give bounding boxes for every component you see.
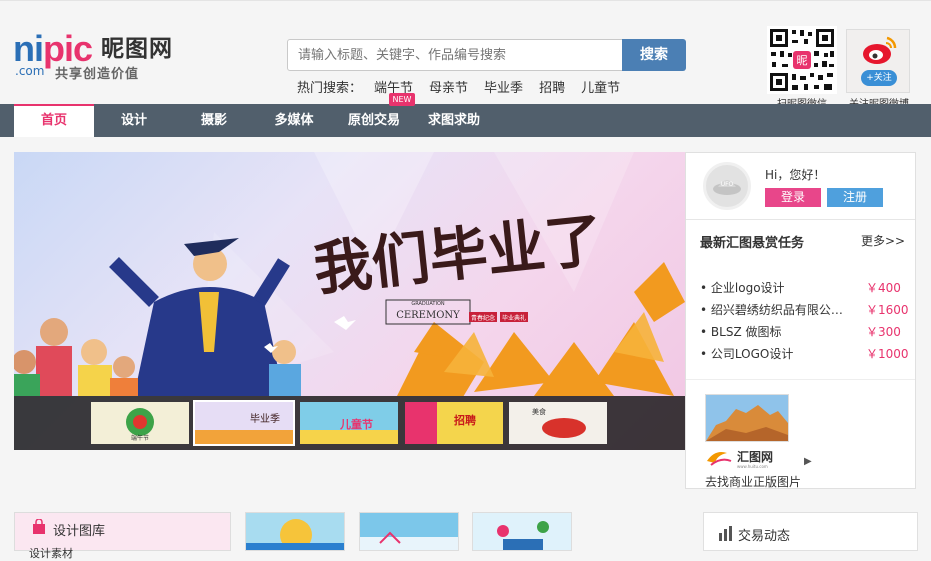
task-price: ￥300 bbox=[866, 325, 901, 339]
divider bbox=[686, 219, 915, 220]
banner-ceremony: CEREMONY bbox=[396, 310, 460, 321]
thumbnail-label: 端午节 bbox=[131, 434, 149, 442]
huitu-logo-text: 汇图网 bbox=[737, 450, 773, 464]
banner-art: 我们毕业了 GRADUATION CEREMONY 青春纪念 毕业典礼 bbox=[14, 152, 685, 396]
image-card[interactable] bbox=[245, 512, 345, 551]
avatar-label: UFO bbox=[721, 181, 734, 188]
avatar: UFO bbox=[703, 162, 751, 210]
banner-ceremony-top: GRADUATION bbox=[411, 301, 445, 307]
nav-multimedia[interactable]: 多媒体 bbox=[254, 104, 334, 137]
site-logo[interactable]: nipic 昵图网 .com 共享创造价值 bbox=[13, 29, 183, 83]
search-box bbox=[287, 39, 623, 71]
task-name: • 企业logo设计 bbox=[700, 281, 785, 295]
banner-tag-1: 青春纪念 bbox=[471, 314, 495, 322]
hot-keyword-link[interactable]: 招聘 bbox=[539, 77, 565, 96]
huitu-preview-image[interactable] bbox=[705, 394, 789, 442]
huitu-logo-url: www.huitu.com bbox=[737, 464, 768, 469]
user-sidebar: UFO Hi，您好！ 登录 注册 最新汇图悬赏任务 更多>> • 企业logo设… bbox=[685, 152, 916, 489]
new-badge: NEW bbox=[389, 93, 415, 106]
hot-keyword-link[interactable]: 儿童节 bbox=[581, 77, 620, 96]
task-row[interactable]: • 公司LOGO设计 ￥1000 bbox=[700, 343, 910, 365]
task-name: • 公司LOGO设计 bbox=[700, 347, 794, 361]
hero-banner[interactable]: 我们毕业了 GRADUATION CEREMONY 青春纪念 毕业典礼 端午节 … bbox=[14, 152, 685, 450]
task-name: • 绍兴碧绣纺织品有限公司LO… bbox=[700, 303, 852, 317]
trade-activity-panel: 交易动态 bbox=[703, 512, 918, 551]
reward-task-list: • 企业logo设计 ￥400 • 绍兴碧绣纺织品有限公司LO… ￥1600 •… bbox=[700, 277, 910, 365]
register-button[interactable]: 注册 bbox=[827, 188, 883, 207]
banner-thumbnails: 端午节 毕业季 儿童节 招聘 美食 bbox=[14, 396, 685, 450]
task-row[interactable]: • 企业logo设计 ￥400 bbox=[700, 277, 910, 299]
greeting: Hi，您好！ bbox=[765, 168, 826, 182]
design-library-title[interactable]: 设计图库 bbox=[53, 520, 105, 539]
nav-original-trade[interactable]: 原创交易 bbox=[334, 104, 414, 137]
shopping-bag-icon bbox=[33, 519, 45, 534]
task-row[interactable]: • BLSZ 做图标 ￥300 bbox=[700, 321, 910, 343]
hot-searches: 热门搜索： 端午节 母亲节 毕业季 招聘 儿童节 bbox=[297, 77, 636, 96]
thumbnail-1[interactable]: 端午节 bbox=[91, 402, 189, 444]
image-card[interactable] bbox=[472, 512, 572, 551]
weibo-icon bbox=[863, 36, 897, 64]
task-price: ￥400 bbox=[866, 281, 901, 295]
nav-request-help[interactable]: 求图求助 bbox=[414, 104, 494, 137]
thumbnail-label: 毕业季 bbox=[250, 412, 280, 425]
weibo-follow-box[interactable]: +关注 bbox=[846, 29, 910, 93]
hot-keyword-link[interactable]: 母亲节 bbox=[429, 77, 468, 96]
hot-search-label: 热门搜索： bbox=[297, 81, 363, 96]
banner-tag-2: 毕业典礼 bbox=[502, 314, 526, 322]
thumbnail-label: 招聘 bbox=[454, 413, 476, 427]
main-nav: 首页 设计 摄影 多媒体 原创交易 求图求助 bbox=[0, 104, 931, 137]
design-library-sub[interactable]: 设计素材 bbox=[29, 545, 73, 561]
reward-tasks-title: 最新汇图悬赏任务 bbox=[700, 236, 805, 251]
task-price: ￥1000 bbox=[866, 347, 909, 361]
chevron-right-icon[interactable]: ▶ bbox=[804, 456, 812, 467]
header: nipic 昵图网 .com 共享创造价值 搜索 热门搜索： 端午节 母亲节 毕… bbox=[0, 0, 931, 110]
thumbnail-3[interactable]: 儿童节 bbox=[300, 402, 398, 444]
search-input[interactable] bbox=[288, 40, 622, 70]
bar-chart-icon bbox=[719, 526, 732, 541]
task-price: ￥1600 bbox=[866, 303, 909, 317]
trade-activity-title: 交易动态 bbox=[738, 529, 791, 544]
design-library-panel: 设计图库 设计素材 bbox=[14, 512, 231, 560]
hot-keyword-link[interactable]: 毕业季 bbox=[484, 77, 523, 96]
login-button[interactable]: 登录 bbox=[765, 188, 821, 207]
logo-com: .com bbox=[15, 64, 45, 78]
nav-photography[interactable]: 摄影 bbox=[174, 104, 254, 137]
thumbnail-5[interactable]: 美食 bbox=[509, 402, 607, 444]
thumbnail-4[interactable]: 招聘 bbox=[405, 402, 503, 444]
task-name: • BLSZ 做图标 bbox=[700, 325, 782, 339]
thumbnail-2[interactable]: 毕业季 bbox=[193, 400, 295, 446]
qr-center-mark: 昵 bbox=[797, 54, 808, 67]
more-tasks-link[interactable]: 更多>> bbox=[861, 232, 905, 249]
logo-chinese-name: 昵图网 bbox=[101, 36, 173, 62]
huitu-caption[interactable]: 去找商业正版图片 bbox=[705, 473, 801, 490]
image-card[interactable] bbox=[359, 512, 459, 551]
thumbnail-label: 儿童节 bbox=[339, 417, 373, 431]
weibo-follow-button[interactable]: +关注 bbox=[861, 70, 897, 86]
wechat-qr-code: 昵 bbox=[767, 26, 837, 94]
logo-slogan: 共享创造价值 bbox=[55, 67, 140, 82]
search-button[interactable]: 搜索 bbox=[622, 39, 686, 71]
nav-design[interactable]: 设计 bbox=[94, 104, 174, 137]
thumbnail-label: 美食 bbox=[532, 407, 546, 416]
divider bbox=[686, 379, 915, 380]
huitu-logo[interactable]: 汇图网 www.huitu.com bbox=[705, 447, 805, 469]
task-row[interactable]: • 绍兴碧绣纺织品有限公司LO… ￥1600 bbox=[700, 299, 910, 321]
nav-home[interactable]: 首页 bbox=[14, 104, 94, 137]
